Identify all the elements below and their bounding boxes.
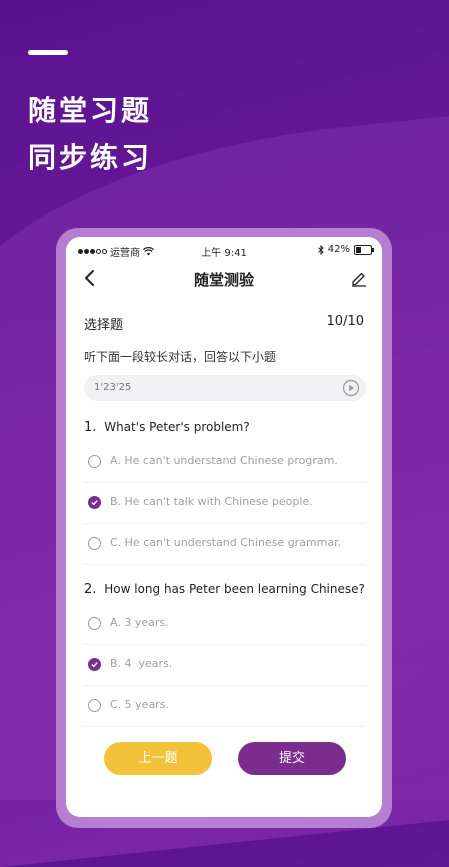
- edit-button[interactable]: [350, 269, 368, 287]
- audio-player[interactable]: 1'23'25: [84, 375, 366, 401]
- section-title: 选择题: [84, 318, 124, 333]
- option-label: C. 5 years.: [110, 698, 169, 711]
- question-text: What's Peter's problem?: [104, 420, 250, 434]
- q2-option-a[interactable]: A. 3 years.: [84, 604, 366, 645]
- q1-option-a[interactable]: A. He can't understand Chinese program.: [84, 442, 366, 483]
- radio-unchecked-icon: [88, 699, 101, 712]
- q2-option-c[interactable]: C. 5 years.: [84, 686, 366, 727]
- battery-percent: 42%: [327, 244, 350, 255]
- section-header: 选择题 10/10: [84, 314, 364, 333]
- radio-checked-icon: [88, 496, 101, 509]
- option-label: C. He can't understand Chinese grammar.: [110, 536, 342, 549]
- q1-option-b[interactable]: B. He can't talk with Chinese people.: [84, 483, 366, 524]
- question-1: 1. What's Peter's problem?: [84, 420, 250, 435]
- radio-unchecked-icon: [88, 537, 101, 550]
- question-counter: 10/10: [326, 314, 364, 329]
- q2-option-b[interactable]: B. 4 years.: [84, 645, 366, 686]
- promo-accent-bar: [28, 50, 68, 55]
- phone-screen: 运营商 上午 9:41 42% 随堂测验 选择题 10/10 听下面一段较长对话…: [66, 237, 382, 817]
- question-number: 2.: [84, 582, 97, 597]
- audio-time: 1'23'25: [94, 382, 132, 393]
- status-bar: 运营商 上午 9:41 42%: [66, 237, 382, 263]
- option-label: B. He can't talk with Chinese people.: [110, 495, 313, 508]
- q1-option-c[interactable]: C. He can't understand Chinese grammar.: [84, 524, 366, 565]
- nav-bar: 随堂测验: [66, 263, 382, 295]
- option-label: A. He can't understand Chinese program.: [110, 454, 338, 467]
- option-label: B. 4 years.: [110, 657, 173, 670]
- battery-icon: [354, 244, 374, 255]
- previous-question-button[interactable]: 上一题: [104, 742, 212, 775]
- radio-unchecked-icon: [88, 455, 101, 468]
- bluetooth-icon: [317, 244, 324, 255]
- question-number: 1.: [84, 420, 97, 435]
- option-label: A. 3 years.: [110, 616, 169, 629]
- pencil-icon: [352, 272, 366, 287]
- submit-button[interactable]: 提交: [238, 742, 346, 775]
- radio-checked-icon: [88, 658, 101, 671]
- question-text: How long has Peter been learning Chinese…: [104, 582, 365, 596]
- promo-headline-1: 随堂习题: [28, 94, 153, 127]
- play-button[interactable]: [342, 379, 360, 397]
- play-icon: [342, 379, 360, 397]
- instruction-text: 听下面一段较长对话，回答以下小题: [84, 350, 277, 364]
- radio-unchecked-icon: [88, 617, 101, 630]
- page-title: 随堂测验: [193, 271, 254, 289]
- promo-headline-2: 同步练习: [28, 141, 153, 174]
- question-2: 2. How long has Peter been learning Chin…: [84, 582, 365, 597]
- status-right: 42%: [317, 244, 374, 255]
